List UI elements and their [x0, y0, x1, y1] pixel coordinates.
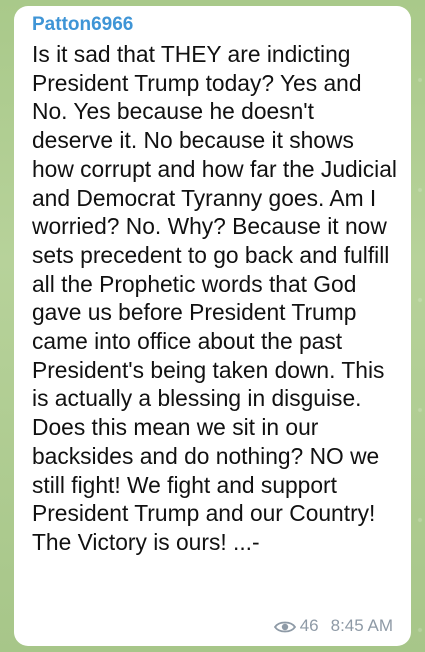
sender-name[interactable]: Patton6966	[32, 12, 399, 38]
message-bubble[interactable]: Patton6966 Is it sad that THEY are indic…	[14, 6, 411, 646]
view-count: 46	[299, 616, 319, 635]
eye-icon	[273, 619, 296, 633]
message-time: 8:45 AM	[330, 616, 393, 635]
message-text: Is it sad that THEY are indicting Presid…	[32, 41, 397, 555]
message-meta: 46 8:45 AM	[273, 616, 393, 636]
